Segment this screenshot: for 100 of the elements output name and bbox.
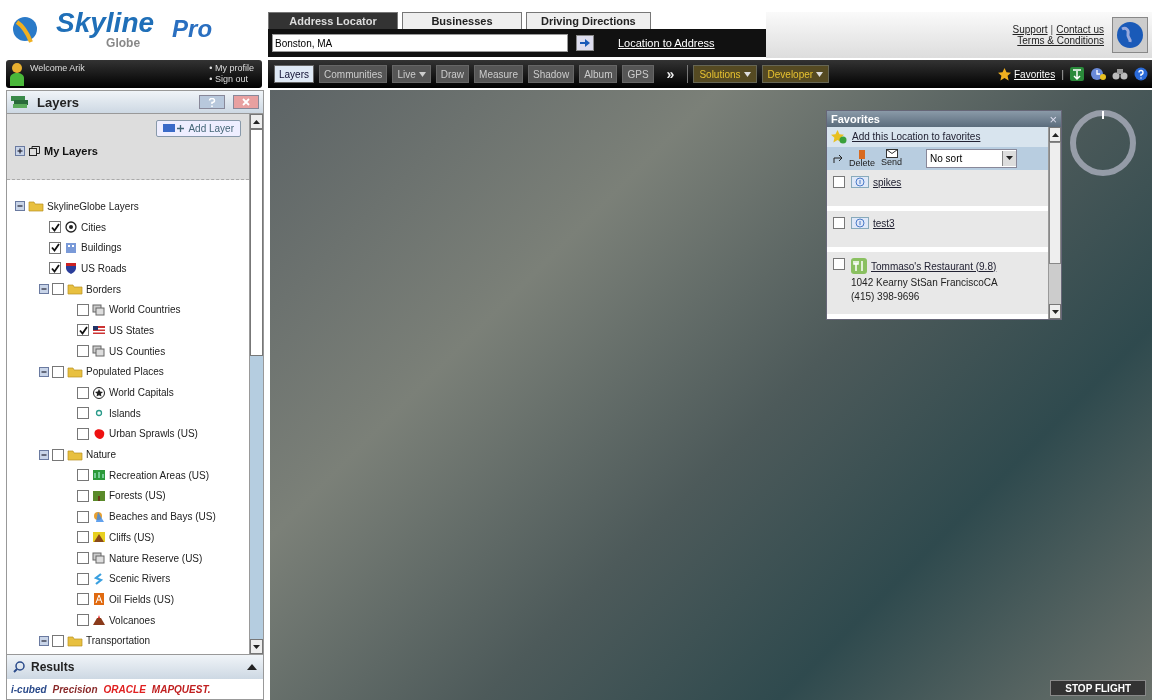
go-button[interactable]: [576, 35, 594, 51]
folder-label[interactable]: Nature: [86, 449, 116, 461]
aerial-map-view[interactable]: Favorites × Add this Location to favorites Delete Send No sort spikes test3 Tommaso's Restaurant (9.8) 1042 Kearny StSan FranciscoCA (415) 398-9696 STOP FLIGHT: [270, 90, 1152, 700]
scrollbar[interactable]: [249, 114, 263, 654]
checkbox[interactable]: [49, 221, 61, 234]
toolbar-button[interactable]: Measure: [474, 65, 523, 83]
account-link[interactable]: • Sign out: [209, 74, 254, 85]
checkbox[interactable]: [77, 593, 89, 606]
location-link[interactable]: Location to Address: [618, 37, 715, 49]
account-link[interactable]: • My profile: [209, 63, 254, 74]
checkbox[interactable]: [49, 241, 61, 254]
favorite-link[interactable]: test3: [873, 217, 895, 229]
checkbox[interactable]: [77, 469, 89, 482]
checkbox[interactable]: [833, 217, 845, 229]
layer-label[interactable]: Cliffs (US): [109, 531, 155, 543]
menu-button[interactable]: Developer: [761, 65, 830, 83]
folder-label[interactable]: Borders: [86, 283, 121, 295]
checkbox[interactable]: [52, 448, 64, 461]
contact-link[interactable]: Contact us: [1056, 24, 1104, 35]
toolbar-button[interactable]: Shadow: [528, 65, 575, 83]
collapse-icon[interactable]: [39, 635, 49, 646]
checkbox[interactable]: [77, 489, 89, 502]
tab[interactable]: Driving Directions: [526, 12, 651, 29]
collapse-icon[interactable]: [15, 201, 25, 212]
toolbar-button[interactable]: Live: [392, 65, 431, 83]
layer-label[interactable]: Cities: [81, 221, 106, 233]
layer-label[interactable]: Volcanoes: [109, 614, 156, 626]
sort-dropdown[interactable]: No sort: [926, 148, 1018, 168]
folder-label[interactable]: Populated Places: [86, 366, 164, 378]
toolbar-button[interactable]: Draw: [435, 65, 470, 83]
terms-link[interactable]: Terms & Conditions: [1017, 35, 1104, 46]
scroll-up-button[interactable]: [1049, 127, 1061, 142]
my-layers-label[interactable]: My Layers: [44, 145, 98, 157]
checkbox[interactable]: [77, 345, 89, 358]
layer-label[interactable]: Nature Reserve (US): [109, 552, 203, 564]
checkbox[interactable]: [833, 176, 845, 188]
compass-icon[interactable]: [1068, 108, 1138, 178]
collapse-icon[interactable]: [39, 284, 49, 295]
send-button[interactable]: Send: [881, 149, 903, 168]
address-field[interactable]: Bonston, MA: [272, 34, 568, 52]
scrollbar[interactable]: [1048, 127, 1061, 319]
checkbox[interactable]: [52, 283, 64, 296]
folder-label[interactable]: SkylineGlobe Layers: [47, 200, 139, 212]
scroll-down-button[interactable]: [250, 639, 263, 654]
layer-label[interactable]: US Counties: [109, 345, 166, 357]
download-icon[interactable]: [1070, 67, 1084, 81]
checkbox[interactable]: [77, 572, 89, 585]
checkbox[interactable]: [833, 258, 845, 270]
stop-flight-button[interactable]: STOP FLIGHT: [1050, 680, 1146, 696]
close-button[interactable]: [233, 95, 259, 109]
support-link[interactable]: Support: [1012, 24, 1048, 35]
globe-button[interactable]: [1112, 17, 1148, 53]
checkbox[interactable]: [49, 262, 61, 275]
layer-label[interactable]: Forests (US): [109, 490, 166, 502]
toolbar-button[interactable]: GPS: [622, 65, 654, 83]
expand-icon[interactable]: [15, 146, 25, 156]
checkbox[interactable]: [77, 427, 89, 440]
scroll-down-button[interactable]: [1049, 304, 1061, 319]
favorite-link[interactable]: Tommaso's Restaurant (9.8): [871, 260, 997, 272]
collapse-icon[interactable]: [39, 366, 49, 377]
toolbar-button[interactable]: Layers: [274, 65, 314, 83]
layer-label[interactable]: Buildings: [81, 242, 122, 254]
layer-label[interactable]: Beaches and Bays (US): [109, 511, 216, 523]
add-layer-button[interactable]: Add Layer: [156, 120, 241, 137]
tab[interactable]: Address Locator: [268, 12, 398, 29]
layer-label[interactable]: World Capitals: [109, 387, 174, 399]
layer-label[interactable]: US Roads: [81, 262, 127, 274]
collapse-icon[interactable]: [39, 449, 49, 460]
toolbar-button[interactable]: Communities: [319, 65, 388, 83]
scroll-up-button[interactable]: [250, 114, 263, 129]
share-arrow-icon[interactable]: [833, 153, 843, 164]
checkbox[interactable]: [77, 324, 89, 337]
layer-label[interactable]: Oil Fields (US): [109, 593, 174, 605]
favorites-link[interactable]: Favorites: [998, 67, 1056, 81]
checkbox[interactable]: [77, 552, 89, 565]
checkbox[interactable]: [77, 531, 89, 544]
binoculars-icon[interactable]: [1112, 68, 1128, 80]
layer-label[interactable]: World Countries: [109, 304, 181, 316]
toolbar-button[interactable]: Album: [579, 65, 618, 83]
clock-icon[interactable]: [1090, 67, 1106, 81]
help-button[interactable]: [199, 95, 225, 109]
checkbox[interactable]: [52, 634, 64, 647]
checkbox[interactable]: [77, 614, 89, 627]
layer-label[interactable]: Scenic Rivers: [109, 573, 171, 585]
checkbox[interactable]: [77, 510, 89, 523]
collapse-arrow-icon[interactable]: [247, 664, 257, 670]
help-icon[interactable]: [1134, 67, 1148, 81]
layer-label[interactable]: Urban Sprawls (US): [109, 428, 198, 440]
checkbox[interactable]: [77, 386, 89, 399]
layer-label[interactable]: US States: [109, 324, 155, 336]
checkbox[interactable]: [77, 303, 89, 316]
delete-button[interactable]: Delete: [849, 148, 875, 168]
tab[interactable]: Businesses: [402, 12, 522, 29]
results-bar[interactable]: Results: [7, 654, 263, 679]
more-button[interactable]: »: [658, 66, 683, 82]
checkbox[interactable]: [52, 365, 64, 378]
checkbox[interactable]: [77, 407, 89, 420]
menu-button[interactable]: Solutions: [693, 65, 757, 83]
layer-label[interactable]: Islands: [109, 407, 141, 419]
folder-label[interactable]: Transportation: [86, 635, 151, 647]
